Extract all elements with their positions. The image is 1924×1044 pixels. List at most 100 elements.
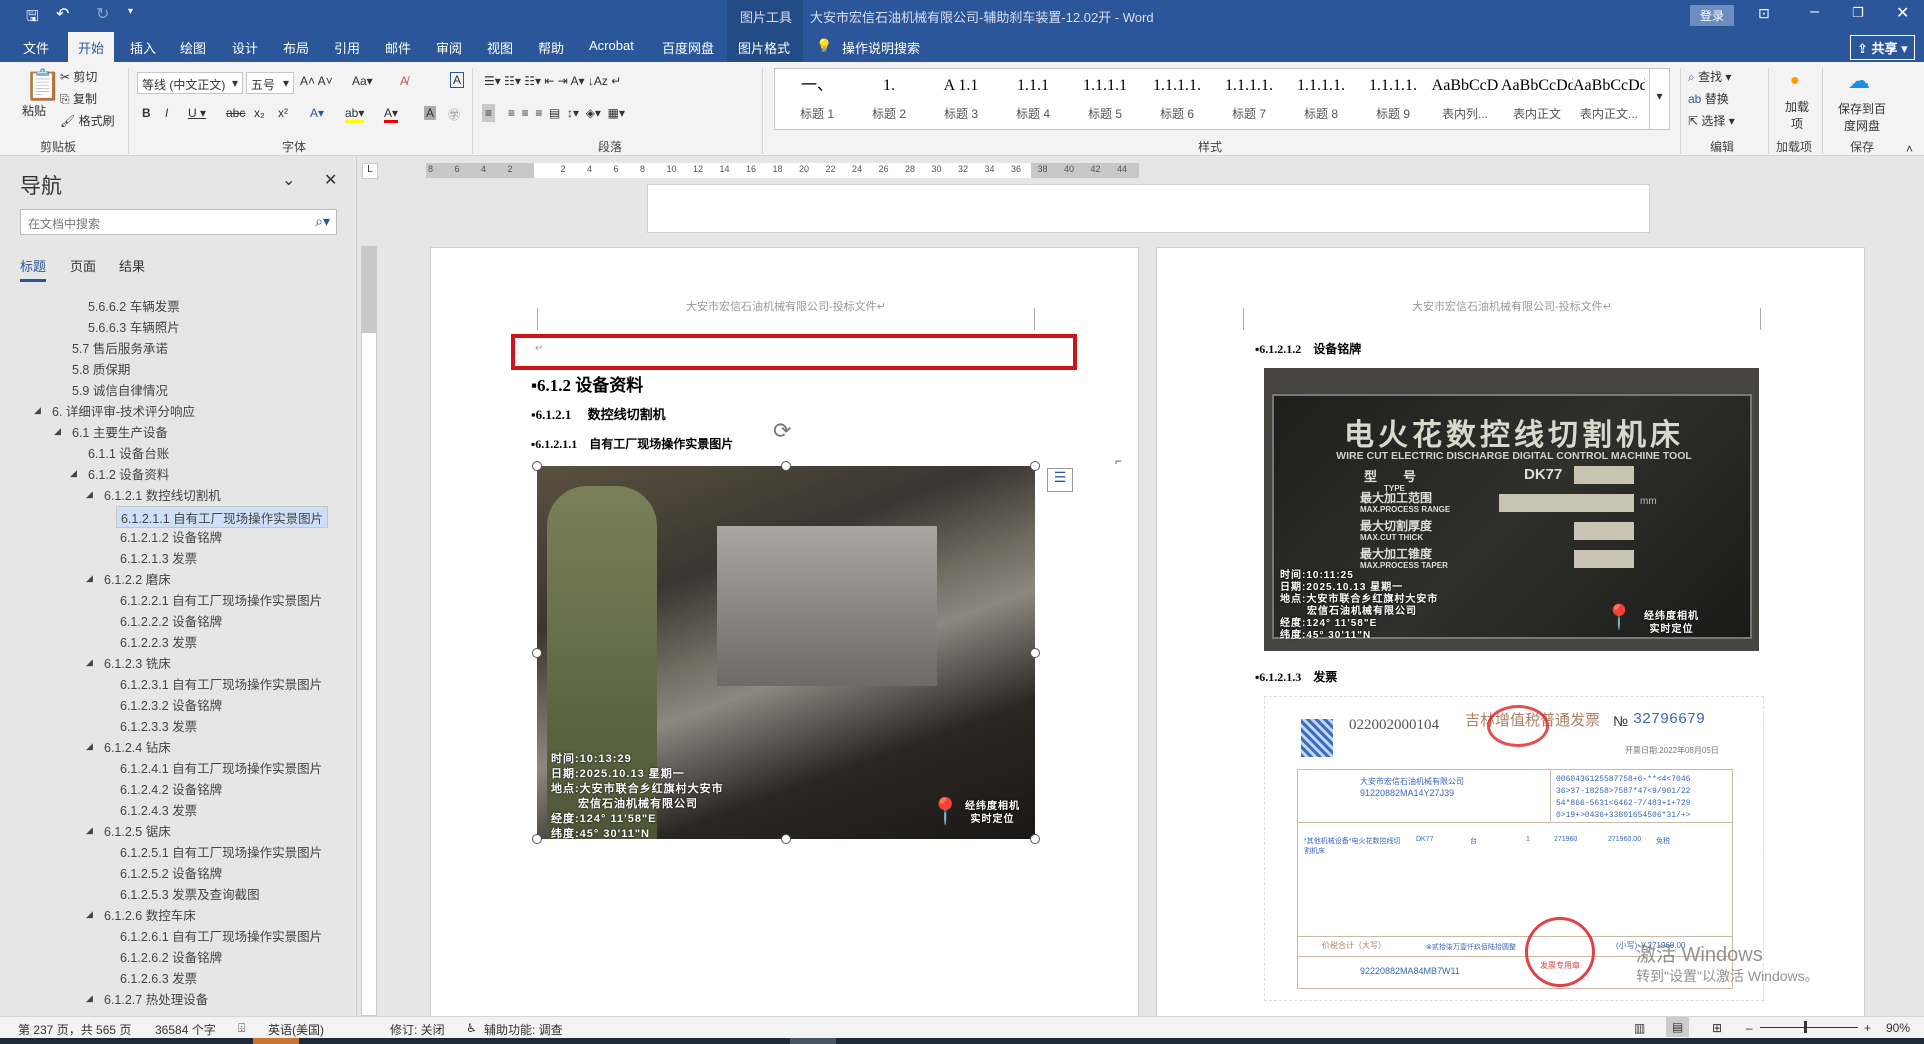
style-item[interactable]: AaBbCcD 表内列...	[1429, 73, 1501, 122]
horizontal-ruler[interactable]: 8 6 4 2 2 4 6 8 10 12 14 16 18 20 22 24 26 28 30 32 34 36 38 40…	[426, 163, 1139, 178]
nav-heading-item[interactable]: 6.1.2.3.1 自有工厂现场操作实景图片	[120, 674, 322, 693]
share-button[interactable]: ⇪ 共享 ▾	[1850, 35, 1915, 60]
expand-collapse-icon[interactable]: ◢	[86, 909, 93, 920]
vertical-ruler[interactable]	[361, 246, 377, 1016]
find-button[interactable]: ⌕ 查找 ▾	[1688, 68, 1731, 85]
nav-heading-item[interactable]: 6.1.2 设备资料	[88, 464, 169, 483]
zoom-in-button[interactable]: +	[1864, 1021, 1871, 1035]
nav-heading-item[interactable]: 6.1.2.4.3 发票	[120, 800, 197, 819]
expand-collapse-icon[interactable]: ◢	[86, 657, 93, 668]
nav-heading-item[interactable]: 6.1.2.1.1 自有工厂现场操作实景图片	[116, 506, 329, 528]
close-button[interactable]: ✕	[1896, 3, 1909, 23]
nav-heading-item[interactable]: 6.1.2.4.2 设备铭牌	[120, 779, 222, 798]
tab-home[interactable]: 开始	[68, 32, 115, 62]
proofing-icon[interactable]: ⌹	[238, 1021, 245, 1036]
italic-button[interactable]: I	[165, 106, 168, 120]
print-layout-icon[interactable]: ▤	[1666, 1017, 1690, 1037]
rotate-handle-icon[interactable]: ⟳	[773, 418, 791, 444]
nav-heading-item[interactable]: 6.1.2.6.3 发票	[120, 968, 197, 987]
nav-heading-item[interactable]: 6.1.1 设备台账	[88, 443, 169, 462]
tab-view[interactable]: 视图	[487, 38, 513, 57]
nav-heading-item[interactable]: 5.8 质保期	[72, 359, 130, 378]
nav-heading-item[interactable]: 5.9 诚信自律情况	[72, 380, 168, 399]
undo-icon[interactable]: ↶	[56, 4, 69, 24]
expand-collapse-icon[interactable]: ◢	[86, 825, 93, 836]
nav-heading-item[interactable]: 6.1.2.6.2 设备铭牌	[120, 947, 222, 966]
nav-tab-headings[interactable]: 标题	[20, 256, 47, 282]
layout-options-icon[interactable]: ☰	[1047, 468, 1073, 492]
font-size-select[interactable]: 五号 ▾	[246, 72, 294, 94]
read-mode-icon[interactable]: ▥	[1634, 1021, 1645, 1035]
addins-icon[interactable]: ●	[1790, 72, 1800, 90]
cut-button[interactable]: ✂ 剪切	[60, 68, 97, 85]
nav-heading-item[interactable]: 6.1.2.5.2 设备铭牌	[120, 863, 222, 882]
style-item[interactable]: AaBbCcDdI 表内正文...	[1573, 73, 1645, 122]
baidu-netdisk-icon[interactable]: ☁	[1848, 68, 1870, 94]
page-count[interactable]: 第 237 页，共 565 页	[18, 1021, 131, 1038]
nav-heading-item[interactable]: 6.1.2.6.1 自有工厂现场操作实景图片	[120, 926, 322, 945]
resize-handle[interactable]	[781, 834, 791, 844]
language[interactable]: 英语(美国)	[268, 1021, 324, 1038]
tab-file[interactable]: 文件	[23, 38, 49, 57]
accessibility-icon[interactable]: ♿	[466, 1021, 477, 1035]
style-item[interactable]: 1.1.1 标题 4	[997, 73, 1069, 122]
paste-button[interactable]: 粘贴	[22, 102, 46, 119]
nav-heading-item[interactable]: 6.1.2.2.1 自有工厂现场操作实景图片	[120, 590, 322, 609]
tab-baidu-netdisk[interactable]: 百度网盘	[662, 38, 714, 57]
styles-more-icon[interactable]: ▾	[1649, 69, 1669, 129]
resize-handle[interactable]	[532, 461, 542, 471]
style-item[interactable]: 1.1.1.1. 标题 9	[1357, 73, 1429, 122]
redo-icon[interactable]: ↻	[96, 4, 109, 24]
nav-heading-item[interactable]: 6.1.2.5 锯床	[104, 821, 171, 840]
nav-heading-item[interactable]: 6.1.2.5.3 发票及查询截图	[120, 884, 260, 903]
resize-handle[interactable]	[781, 461, 791, 471]
customize-qat-icon[interactable]: ▾	[128, 6, 133, 17]
nav-heading-item[interactable]: 6.1.2.5.1 自有工厂现场操作实景图片	[120, 842, 322, 861]
resize-handle[interactable]	[1030, 834, 1040, 844]
expand-collapse-icon[interactable]: ◢	[70, 468, 77, 479]
change-case-icon[interactable]: Aa▾	[352, 74, 373, 88]
nav-close-icon[interactable]: ✕	[324, 170, 337, 190]
text-effects-icon[interactable]: A▾	[310, 106, 324, 120]
style-item[interactable]: 1.1.1.1. 标题 8	[1285, 73, 1357, 122]
nav-heading-item[interactable]: 6.1.2.2.2 设备铭牌	[120, 611, 222, 630]
expand-collapse-icon[interactable]: ◢	[54, 426, 61, 437]
tab-mailings[interactable]: 邮件	[385, 38, 411, 57]
strikethrough-button[interactable]: abc	[226, 106, 245, 120]
clear-formatting-icon[interactable]: A̸	[400, 74, 408, 88]
format-painter-button[interactable]: 🖌 格式刷	[60, 112, 115, 129]
resize-handle[interactable]	[532, 648, 542, 658]
nav-heading-item[interactable]: 6.1.2.3.2 设备铭牌	[120, 695, 222, 714]
nav-heading-item[interactable]: 6.1 主要生产设备	[72, 422, 168, 441]
nav-heading-item[interactable]: 6.1.2.4 钻床	[104, 737, 171, 756]
web-layout-icon[interactable]: ⊞	[1712, 1021, 1722, 1035]
paste-icon[interactable]: 📋	[24, 68, 61, 103]
tab-picture-format[interactable]: 图片格式	[738, 38, 790, 57]
search-icon[interactable]: ⌕▾	[315, 213, 330, 230]
enclose-characters-icon[interactable]: ㊫	[448, 106, 460, 123]
select-button[interactable]: ⇱ 选择 ▾	[1688, 112, 1735, 129]
accessibility-status[interactable]: 辅助功能: 调查	[484, 1021, 563, 1038]
minimize-button[interactable]: –	[1810, 3, 1819, 21]
nav-tab-pages[interactable]: 页面	[70, 256, 96, 275]
nav-search-input[interactable]: 在文档中搜索 ⌕▾	[20, 209, 337, 235]
expand-collapse-icon[interactable]: ◢	[86, 741, 93, 752]
ribbon-display-icon[interactable]: ⊡	[1758, 5, 1770, 22]
addins-button[interactable]: 加载项	[1784, 98, 1810, 132]
word-count[interactable]: 36584 个字	[155, 1021, 216, 1038]
tab-acrobat[interactable]: Acrobat	[589, 38, 634, 53]
vertical-scrollbar[interactable]	[1866, 156, 1924, 1016]
nav-heading-item[interactable]: 6.1.2.6 数控车床	[104, 905, 196, 924]
nav-heading-item[interactable]: 6.1.2.7 热处理设备	[104, 989, 208, 1008]
nav-heading-item[interactable]: 6.1.2.3.3 发票	[120, 716, 197, 735]
underline-button[interactable]: U ▾	[188, 106, 206, 120]
expand-collapse-icon[interactable]: ◢	[86, 993, 93, 1004]
tell-me-search[interactable]: 操作说明搜索	[842, 38, 920, 57]
nav-heading-item[interactable]: 5.7 售后服务承诺	[72, 338, 168, 357]
zoom-level[interactable]: 90%	[1886, 1021, 1910, 1035]
expand-collapse-icon[interactable]: ◢	[86, 489, 93, 500]
nav-heading-item[interactable]: 6.1.2.1 数控线切割机	[104, 485, 221, 504]
nav-heading-item[interactable]: 6. 详细评审-技术评分响应	[52, 401, 195, 420]
style-item[interactable]: 1. 标题 2	[853, 73, 925, 122]
style-item[interactable]: 1.1.1.1. 标题 7	[1213, 73, 1285, 122]
